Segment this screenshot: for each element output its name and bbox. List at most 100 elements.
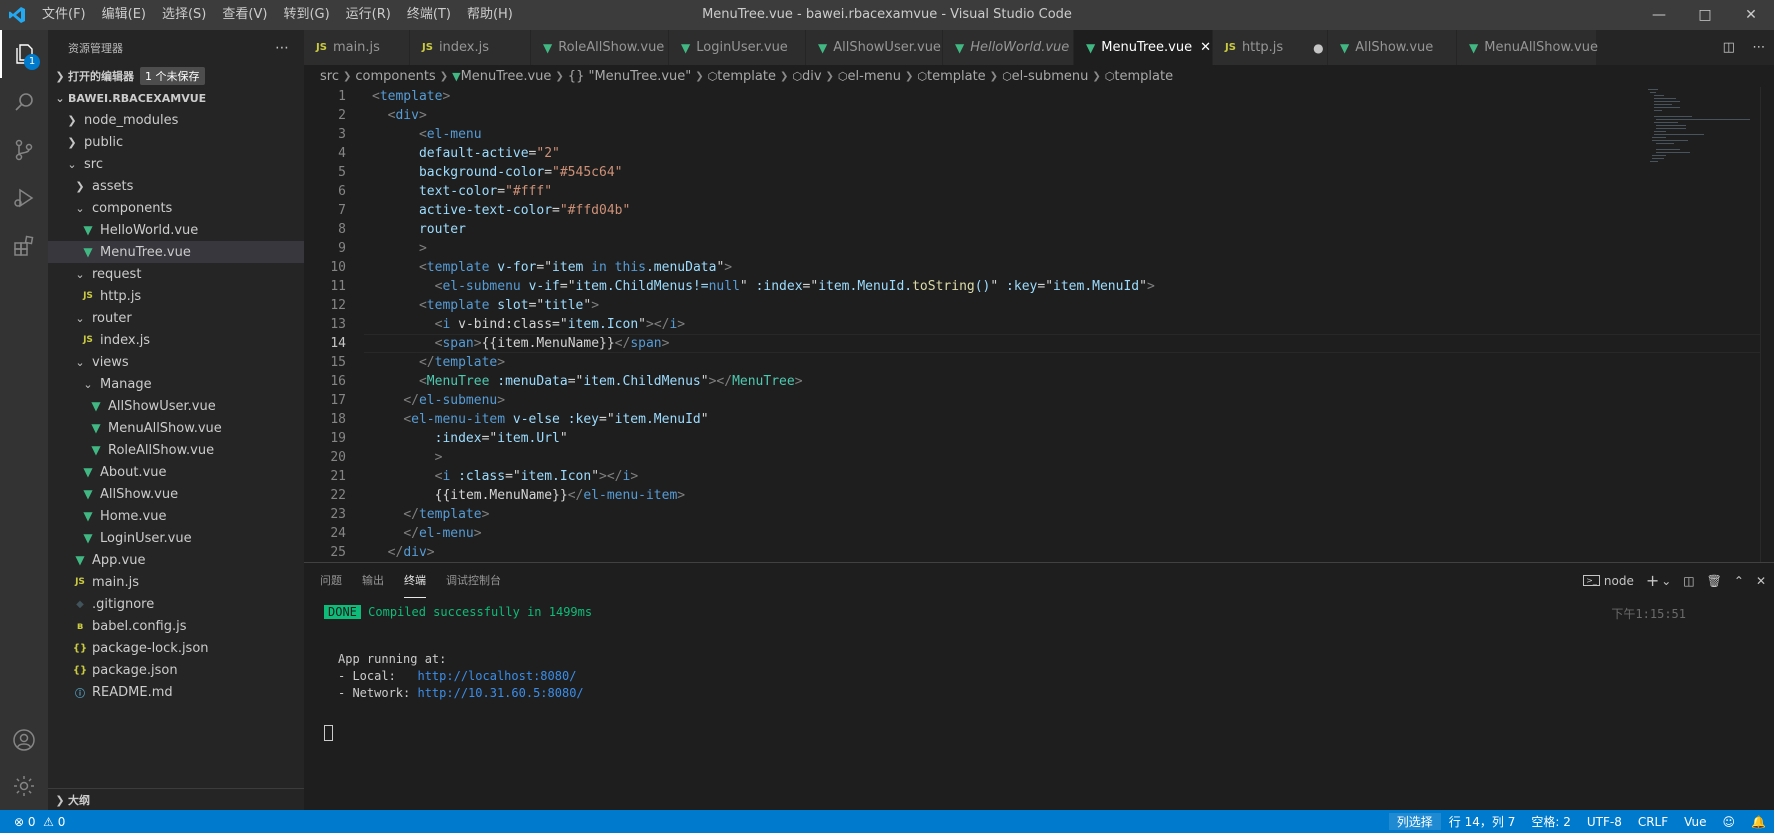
file-item[interactable]: ▼ Home.vue — [48, 505, 304, 527]
code-line[interactable]: 25 </div> — [304, 543, 1760, 562]
file-item[interactable]: {} package-lock.json — [48, 637, 304, 659]
menu-help[interactable]: 帮助(H) — [459, 0, 521, 30]
menu-file[interactable]: 文件(F) — [34, 0, 94, 30]
file-item[interactable]: ▼ AllShowUser.vue — [48, 395, 304, 417]
editor-tab[interactable]: JS main.js — [304, 30, 410, 65]
breadcrumb-item[interactable]: el-menu — [848, 69, 901, 84]
eol-status[interactable]: CRLF — [1630, 815, 1676, 829]
editor-tab[interactable]: ▼ LoginUser.vue — [669, 30, 806, 65]
code-line[interactable]: 11 <el-submenu v-if="item.ChildMenus!=nu… — [304, 277, 1760, 296]
project-section[interactable]: ⌄ BAWEI.RBACEXAMVUE — [48, 87, 304, 109]
network-url-link[interactable]: http://10.31.60.5:8080/ — [417, 686, 583, 700]
search-icon[interactable] — [0, 78, 48, 126]
file-item[interactable]: ▼ LoginUser.vue — [48, 527, 304, 549]
code-line[interactable]: 23 </template> — [304, 505, 1760, 524]
code-editor[interactable]: 1 <template> 2 <div> 3 <el-menu 4 default-ac… — [304, 87, 1760, 562]
extensions-icon[interactable] — [0, 222, 48, 270]
folder-item[interactable]: ❯ public — [48, 131, 304, 153]
breadcrumb-item[interactable]: components — [355, 69, 435, 84]
code-line[interactable]: 16 <MenuTree :menuData="item.ChildMenus"… — [304, 372, 1760, 391]
code-line[interactable]: 9 > — [304, 239, 1760, 258]
folder-item[interactable]: ⌄ views — [48, 351, 304, 373]
editor-tab[interactable]: ▼ AllShowUser.vue — [806, 30, 943, 65]
code-line[interactable]: 24 </el-menu> — [304, 524, 1760, 543]
code-line[interactable]: 10 <template v-for="item in this.menuDat… — [304, 258, 1760, 277]
code-line[interactable]: 20 > — [304, 448, 1760, 467]
more-actions-icon[interactable]: ⋯ — [1752, 40, 1765, 55]
feedback-icon[interactable]: ☺ — [1715, 815, 1744, 829]
code-line[interactable]: 15 </template> — [304, 353, 1760, 372]
editor-tab[interactable]: ▼ HelloWorld.vue — [943, 30, 1074, 65]
folder-item[interactable]: ⌄ src — [48, 153, 304, 175]
notifications-bell-icon[interactable]: 🔔 — [1743, 815, 1774, 829]
editor-tab[interactable]: JS index.js — [410, 30, 531, 65]
trash-icon[interactable]: 🗑 — [1707, 574, 1722, 588]
language-mode[interactable]: Vue — [1676, 815, 1714, 829]
menu-view[interactable]: 查看(V) — [214, 0, 275, 30]
tab-output[interactable]: 输出 — [362, 563, 384, 598]
file-item[interactable]: ◆ .gitignore — [48, 593, 304, 615]
code-line[interactable]: 5 background-color="#545c64" — [304, 163, 1760, 182]
file-item[interactable]: ▼ App.vue — [48, 549, 304, 571]
code-line[interactable]: 17 </el-submenu> — [304, 391, 1760, 410]
editor-tab[interactable]: ▼ MenuAllShow.vue — [1457, 30, 1598, 65]
menu-terminal[interactable]: 终端(T) — [399, 0, 459, 30]
maximize-panel-icon[interactable]: ⌃ — [1734, 574, 1744, 588]
close-panel-icon[interactable]: ✕ — [1756, 574, 1766, 588]
source-control-icon[interactable] — [0, 126, 48, 174]
run-debug-icon[interactable] — [0, 174, 48, 222]
split-terminal-icon[interactable]: ◫ — [1683, 574, 1694, 588]
terminal-name[interactable]: node — [1604, 574, 1634, 588]
code-line[interactable]: 21 <i :class="item.Icon"></i> — [304, 467, 1760, 486]
split-editor-icon[interactable]: ◫ — [1723, 40, 1735, 55]
minimize-icon[interactable]: — — [1636, 0, 1682, 30]
close-tab-icon[interactable]: ✕ — [1200, 40, 1211, 55]
folder-item[interactable]: ⌄ router — [48, 307, 304, 329]
code-line[interactable]: 7 active-text-color="#ffd04b" — [304, 201, 1760, 220]
explorer-icon[interactable]: 1 — [0, 30, 48, 78]
file-item[interactable]: ▼ RoleAllShow.vue — [48, 439, 304, 461]
file-item[interactable]: ▼ MenuAllShow.vue — [48, 417, 304, 439]
tab-debug-console[interactable]: 调试控制台 — [446, 563, 501, 598]
code-line[interactable]: 6 text-color="#fff" — [304, 182, 1760, 201]
folder-item[interactable]: ⌄ Manage — [48, 373, 304, 395]
folder-item[interactable]: ⌄ components — [48, 197, 304, 219]
code-line[interactable]: 8 router — [304, 220, 1760, 239]
chevron-down-icon[interactable]: ⌄ — [1661, 574, 1671, 588]
breadcrumb-item[interactable]: MenuTree.vue — [461, 69, 552, 84]
code-line[interactable]: 1 <template> — [304, 87, 1760, 106]
menu-run[interactable]: 运行(R) — [338, 0, 399, 30]
file-item[interactable]: ʙ babel.config.js — [48, 615, 304, 637]
code-line[interactable]: 4 default-active="2" — [304, 144, 1760, 163]
code-line[interactable]: 19 :index="item.Url" — [304, 429, 1760, 448]
editor-tab[interactable]: JS http.js ● — [1213, 30, 1328, 65]
breadcrumb-item[interactable]: div — [802, 69, 822, 84]
new-terminal-icon[interactable]: + — [1646, 571, 1659, 590]
indentation-status[interactable]: 空格: 2 — [1523, 813, 1579, 830]
breadcrumb-item[interactable]: template — [927, 69, 986, 84]
code-line[interactable]: 14 <span>{{item.MenuName}}</span> — [304, 334, 1760, 353]
file-item[interactable]: {} package.json — [48, 659, 304, 681]
menu-selection[interactable]: 选择(S) — [154, 0, 214, 30]
menu-go[interactable]: 转到(G) — [275, 0, 337, 30]
code-line[interactable]: 2 <div> — [304, 106, 1760, 125]
breadcrumb-item[interactable]: src — [320, 69, 339, 84]
open-editors-section[interactable]: ❯ 打开的编辑器 1 个未保存 — [48, 65, 304, 87]
editor-tab[interactable]: ▼ AllShow.vue — [1328, 30, 1457, 65]
unsaved-dot-icon[interactable]: ● — [1313, 41, 1323, 55]
settings-gear-icon[interactable] — [0, 762, 48, 810]
folder-item[interactable]: ⌄ request — [48, 263, 304, 285]
problems-status[interactable]: ⊗ 0 ⚠ 0 — [0, 815, 65, 829]
more-actions-icon[interactable]: ⋯ — [275, 40, 290, 56]
folder-item[interactable]: ❯ node_modules — [48, 109, 304, 131]
editor-tab[interactable]: ▼ MenuTree.vue ✕ — [1074, 30, 1213, 65]
code-line[interactable]: 13 <i v-bind:class="item.Icon"></i> — [304, 315, 1760, 334]
tab-problems[interactable]: 问题 — [320, 563, 342, 598]
column-selection-status[interactable]: 列选择 — [1388, 813, 1441, 830]
close-window-icon[interactable]: ✕ — [1728, 0, 1774, 30]
file-item[interactable]: JS main.js — [48, 571, 304, 593]
file-item[interactable]: ▼ HelloWorld.vue — [48, 219, 304, 241]
local-url-link[interactable]: http://localhost:8080/ — [417, 669, 576, 683]
editor-scrollbar[interactable] — [1760, 87, 1774, 562]
breadcrumb-item[interactable]: el-submenu — [1012, 69, 1089, 84]
